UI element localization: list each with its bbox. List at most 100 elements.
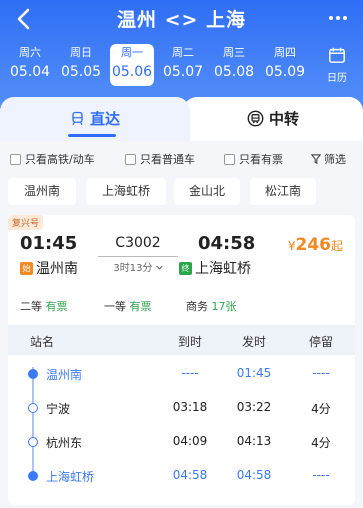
train-number: C3002 [115, 235, 161, 251]
stop-arrival: 04:58 [172, 468, 208, 482]
seat-status: 有票 [129, 300, 152, 313]
date-label: 05.08 [213, 64, 255, 80]
stop-arrival: 03:18 [172, 400, 208, 414]
departure-station: 始 温州南 [20, 258, 78, 278]
date-item[interactable]: 周二 05.07 [161, 44, 205, 86]
stop-departure: 03:22 [236, 400, 272, 414]
train-type-badge: 复兴号 [8, 215, 44, 230]
filter-high-speed[interactable]: 只看高铁/动车 [10, 151, 95, 167]
price: ¥246起 [288, 235, 343, 255]
stop-row: 杭州东 04:09 04:13 4分 [8, 425, 355, 459]
date-label: 05.05 [60, 64, 102, 80]
filter-label: 筛选 [324, 153, 346, 166]
date-bar: 周六 05.04 周日 05.05 周一 05.06 周二 05.07 周三 0… [6, 44, 356, 90]
date-label: 05.06 [111, 64, 153, 80]
filter-button[interactable]: 筛选 [311, 151, 346, 167]
stop-name: 杭州东 [46, 436, 83, 450]
seat-first-class: 一等 有票 [104, 298, 152, 314]
funnel-icon [311, 154, 321, 164]
date-item[interactable]: 周四 05.09 [263, 44, 307, 86]
filter-label: 只看有票 [239, 153, 283, 166]
checkbox[interactable] [10, 153, 21, 165]
chevron-down-icon [155, 265, 163, 270]
timeline-dot [28, 437, 38, 447]
transfer-bus-icon [247, 110, 264, 127]
timeline-dot [28, 403, 38, 413]
stop-duration: 4分 [311, 402, 331, 416]
timeline-dot [28, 471, 38, 481]
checkbox[interactable] [224, 153, 235, 165]
tab-underline [68, 134, 116, 137]
more-dots-icon [329, 16, 347, 20]
results-panel: 只看高铁/动车 只看普通车 只看有票 筛选 温州南 上海虹桥 金山北 松江南 复… [0, 141, 363, 508]
stop-row: 温州南 ---- 01:45 ---- [8, 357, 355, 391]
stop-table: 站名 到时 发时 停留 温州南 ---- 01:45 ---- 宁波 03:18… [8, 325, 355, 505]
stop-row: 上海虹桥 04:58 04:58 ---- [8, 459, 355, 493]
stop-duration: ---- [312, 468, 330, 482]
station-chip[interactable]: 松江南 [250, 178, 316, 205]
header-arrival: 到时 [177, 335, 202, 349]
end-tag: 终 [179, 261, 192, 275]
seat-class: 商务 [186, 300, 208, 313]
stop-name: 宁波 [46, 402, 71, 416]
weekday-label: 周六 [19, 46, 41, 59]
date-label: 05.09 [264, 64, 306, 80]
train-icon [72, 111, 83, 126]
station-chips: 温州南 上海虹桥 金山北 松江南 [0, 178, 363, 206]
calendar-label: 日历 [327, 73, 347, 84]
seat-class: 一等 [104, 300, 126, 313]
tab-direct[interactable]: 直达 [0, 97, 190, 141]
weekday-label: 周日 [70, 46, 92, 59]
stop-duration: ---- [312, 366, 330, 380]
header-departure: 发时 [241, 335, 266, 349]
train-card[interactable]: 复兴号 01:45 C3002 3时13分 04:58 ¥246起 始 温州南 … [8, 215, 355, 505]
calendar-button[interactable]: 日历 [322, 46, 352, 84]
tab-transfer-label: 中转 [268, 110, 299, 128]
duration-line [98, 256, 178, 257]
checkbox[interactable] [125, 153, 136, 165]
weekday-label: 周四 [274, 46, 296, 59]
seat-business-class: 商务 17张 [186, 298, 237, 314]
price-amount: 246 [295, 235, 331, 255]
seat-second-class: 二等 有票 [20, 298, 68, 314]
filter-regular[interactable]: 只看普通车 [125, 151, 195, 167]
stop-arrival: 04:09 [172, 434, 208, 448]
stop-name: 温州南 [46, 368, 83, 382]
departure-station-name: 温州南 [36, 261, 78, 277]
date-item[interactable]: 周日 05.05 [59, 44, 103, 86]
header-stop-duration: 停留 [308, 335, 333, 349]
more-button[interactable] [327, 8, 349, 28]
route-title: 温州 <> 上海 [116, 9, 247, 31]
stop-departure: 04:13 [236, 434, 272, 448]
seat-class: 二等 [20, 300, 42, 313]
date-item[interactable]: 周三 05.08 [212, 44, 256, 86]
stop-arrival: ---- [181, 366, 199, 380]
arrival-time: 04:58 [198, 233, 256, 254]
tab-transfer[interactable]: 中转 [183, 97, 363, 141]
top-bar: 温州 <> 上海 [0, 0, 363, 40]
calendar-icon [329, 47, 345, 63]
filter-available[interactable]: 只看有票 [224, 151, 283, 167]
station-chip[interactable]: 金山北 [174, 178, 240, 205]
stop-departure: 04:58 [236, 468, 272, 482]
header-station: 站名 [30, 335, 55, 349]
filter-label: 只看普通车 [140, 153, 195, 166]
filter-label: 只看高铁/动车 [25, 153, 95, 166]
tab-direct-label: 直达 [89, 110, 120, 128]
departure-time: 01:45 [20, 233, 78, 254]
seat-status: 17张 [211, 300, 237, 313]
stop-name: 上海虹桥 [46, 470, 95, 484]
timeline-dot [28, 369, 38, 379]
stop-departure: 01:45 [236, 366, 272, 380]
duration: 3时13分 [98, 259, 178, 274]
weekday-label: 周二 [172, 46, 194, 59]
weekday-label: 周三 [223, 46, 245, 59]
stop-table-header: 站名 到时 发时 停留 [8, 325, 355, 355]
station-chip[interactable]: 上海虹桥 [86, 178, 166, 205]
date-item-selected[interactable]: 周一 05.06 [110, 44, 154, 86]
date-label: 05.07 [162, 64, 204, 80]
station-chip[interactable]: 温州南 [8, 178, 76, 205]
stop-row: 宁波 03:18 03:22 4分 [8, 391, 355, 425]
date-item[interactable]: 周六 05.04 [8, 44, 52, 86]
weekday-label: 周一 [121, 46, 143, 59]
